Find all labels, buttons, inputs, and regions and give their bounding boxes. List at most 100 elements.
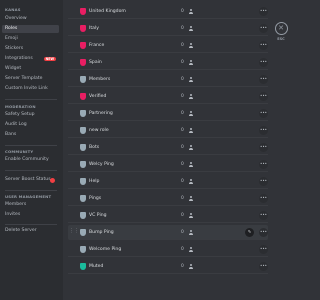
more-options-icon[interactable]: ••• <box>259 177 268 186</box>
sidebar-item-label: Server Boost Status <box>5 177 51 182</box>
role-name: new role <box>89 128 109 133</box>
role-member-count: 0 <box>181 60 184 65</box>
role-member-count: 0 <box>181 162 184 167</box>
role-shield-icon <box>80 75 86 83</box>
sidebar-item-audit-log[interactable]: Audit Log <box>2 121 59 129</box>
role-member-count: 0 <box>181 179 184 184</box>
member-icon <box>188 60 193 65</box>
role-name: United Kingdom <box>89 9 126 14</box>
more-options-icon[interactable]: ••• <box>259 109 268 118</box>
more-options-icon[interactable]: ••• <box>259 143 268 152</box>
more-options-icon[interactable]: ••• <box>259 24 268 33</box>
member-icon <box>188 247 193 252</box>
sidebar-divider <box>5 170 57 171</box>
sidebar-item-bans[interactable]: Bans <box>2 131 59 139</box>
role-shield-icon <box>80 177 86 185</box>
role-row[interactable]: Italy 0 ••• <box>68 21 268 36</box>
sidebar-item-custom-invite-link[interactable]: Custom Invite Link <box>2 85 59 93</box>
sidebar-item-delete-server[interactable]: Delete Server <box>2 227 59 235</box>
role-name: Italy <box>89 26 99 31</box>
sidebar-item-invites[interactable]: Invites <box>2 211 59 219</box>
role-name: VC Ping <box>89 213 107 218</box>
role-row[interactable]: ⋮⋮ Bump Ping 0 ✎ ••• <box>68 225 268 240</box>
role-shield-icon <box>80 58 86 66</box>
moderation-section-title: MODERATION <box>5 104 36 109</box>
role-row[interactable]: Help 0 ••• <box>68 174 268 189</box>
member-icon <box>188 213 193 218</box>
sidebar-item-roles[interactable]: Roles <box>2 25 59 33</box>
sidebar-item-overview[interactable]: Overview <box>2 15 59 23</box>
more-options-icon[interactable]: ••• <box>259 41 268 50</box>
role-row[interactable]: Pings 0 ••• <box>68 191 268 206</box>
role-row[interactable]: Partnering 0 ••• <box>68 106 268 121</box>
role-member-count: 0 <box>181 94 184 99</box>
member-icon <box>188 26 193 31</box>
more-options-icon[interactable]: ••• <box>259 126 268 135</box>
role-shield-icon <box>80 7 86 15</box>
role-name: Muted <box>89 264 104 269</box>
role-name: Welcy Ping <box>89 162 114 167</box>
sidebar-item-emoji[interactable]: Emoji <box>2 35 59 43</box>
more-options-icon[interactable]: ••• <box>259 228 268 237</box>
drag-handle-icon[interactable]: ⋮⋮ <box>69 229 79 234</box>
member-icon <box>188 196 193 201</box>
role-shield-icon <box>80 126 86 134</box>
role-row[interactable]: Welcome Ping 0 ••• <box>68 242 268 257</box>
role-member-count: 0 <box>181 264 184 269</box>
role-name: Pings <box>89 196 102 201</box>
role-name: Bots <box>89 145 100 150</box>
member-icon <box>188 145 193 150</box>
sidebar-item-safety-setup[interactable]: Safety Setup <box>2 111 59 119</box>
role-row[interactable]: new role 0 ••• <box>68 123 268 138</box>
more-options-icon[interactable]: ••• <box>259 160 268 169</box>
more-options-icon[interactable]: ••• <box>259 92 268 101</box>
sidebar-item-widget[interactable]: Widget <box>2 65 59 73</box>
sidebar-divider <box>5 145 57 146</box>
role-row[interactable]: France 0 ••• <box>68 38 268 53</box>
more-options-icon[interactable]: ••• <box>259 75 268 84</box>
member-icon <box>188 230 193 235</box>
close-icon[interactable]: ✕ <box>274 22 288 35</box>
role-shield-icon <box>80 160 86 168</box>
role-shield-icon <box>80 228 86 236</box>
role-row[interactable]: VC Ping 0 ••• <box>68 208 268 223</box>
role-shield-icon <box>80 41 86 49</box>
role-row[interactable]: Muted 0 ••• <box>68 259 268 274</box>
role-member-count: 0 <box>181 77 184 82</box>
more-options-icon[interactable]: ••• <box>259 262 268 271</box>
more-options-icon[interactable]: ••• <box>259 211 268 220</box>
role-row[interactable]: Verified 0 ••• <box>68 89 268 104</box>
more-options-icon[interactable]: ••• <box>259 194 268 203</box>
more-options-icon[interactable]: ••• <box>259 7 268 16</box>
role-row[interactable]: United Kingdom 0 ••• <box>68 4 268 19</box>
role-member-count: 0 <box>181 9 184 14</box>
sidebar-item-integrations[interactable]: Integrations NEW <box>2 55 59 63</box>
more-options-icon[interactable]: ••• <box>259 245 268 254</box>
edit-role-button[interactable]: ✎ <box>245 228 254 237</box>
sidebar-item-enable-community[interactable]: Enable Community <box>2 156 59 164</box>
role-shield-icon <box>80 262 86 270</box>
role-member-count: 0 <box>181 111 184 116</box>
esc-label: ESC <box>277 37 285 41</box>
role-member-count: 0 <box>181 247 184 252</box>
role-row[interactable]: Spain 0 ••• <box>68 55 268 70</box>
more-options-icon[interactable]: ••• <box>259 58 268 67</box>
close-settings[interactable]: ✕ ESC <box>274 22 288 41</box>
sidebar-item-server-boost-status[interactable]: Server Boost Status <box>2 176 59 184</box>
sidebar-divider <box>5 224 57 225</box>
role-name: Partnering <box>89 111 113 116</box>
sidebar-divider <box>5 190 57 191</box>
roles-list-panel: United Kingdom 0 ••• Italy 0 ••• France 0 ••• Spa… <box>63 0 300 300</box>
sidebar-item-members[interactable]: Members <box>2 201 59 209</box>
sidebar-item-stickers[interactable]: Stickers <box>2 45 59 53</box>
member-icon <box>188 9 193 14</box>
role-row[interactable]: Bots 0 ••• <box>68 140 268 155</box>
role-member-count: 0 <box>181 128 184 133</box>
sidebar-item-server-template[interactable]: Server Template <box>2 75 59 83</box>
role-member-count: 0 <box>181 145 184 150</box>
role-member-count: 0 <box>181 230 184 235</box>
role-row[interactable]: Members 0 ••• <box>68 72 268 87</box>
role-row[interactable]: Welcy Ping 0 ••• <box>68 157 268 172</box>
role-member-count: 0 <box>181 196 184 201</box>
role-shield-icon <box>80 194 86 202</box>
